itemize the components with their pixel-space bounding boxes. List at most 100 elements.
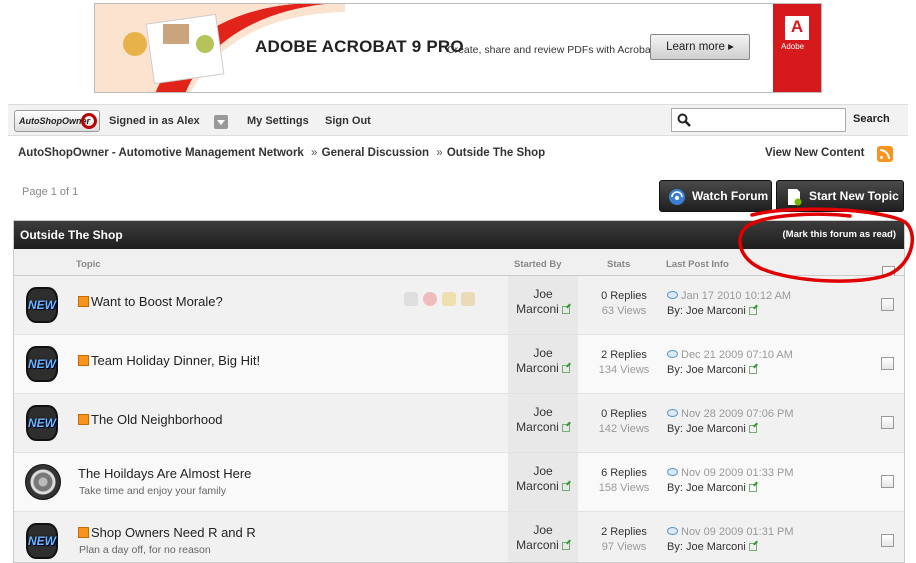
- topic-title[interactable]: The Old Neighborhood: [78, 412, 223, 427]
- rss-feed-icon[interactable]: [78, 296, 89, 307]
- topic-status: [14, 453, 70, 511]
- topic-status: NEW: [14, 512, 70, 562]
- lock-icon[interactable]: [461, 292, 475, 306]
- profile-popup-icon[interactable]: [561, 424, 570, 432]
- column-started-by[interactable]: Started By: [514, 259, 562, 270]
- profile-popup-icon[interactable]: [748, 484, 757, 492]
- site-logo[interactable]: AutoShopOwner: [14, 110, 100, 132]
- adobe-banner-ad[interactable]: ADOBE ACROBAT 9 PRO Create, share and re…: [94, 3, 822, 93]
- speech-bubble-icon[interactable]: [667, 350, 678, 358]
- author-last[interactable]: Marconi: [516, 479, 559, 493]
- last-post-author[interactable]: By: Joe Marconi: [667, 305, 746, 317]
- topic-row[interactable]: NEW The Old Neighborhood Joe Marconi 0 Re…: [14, 394, 904, 453]
- profile-popup-icon[interactable]: [561, 483, 570, 491]
- topic-title[interactable]: The Hoildays Are Almost Here: [78, 466, 251, 481]
- learn-more-button[interactable]: Learn more ▸: [650, 34, 750, 60]
- speech-bubble-icon[interactable]: [667, 409, 678, 417]
- new-badge: NEW: [28, 534, 56, 548]
- view-new-content-link[interactable]: View New Content: [765, 147, 864, 159]
- star-icon[interactable]: [442, 292, 456, 306]
- profile-popup-icon[interactable]: [561, 542, 570, 550]
- started-by[interactable]: Joe Marconi: [508, 276, 578, 334]
- adobe-logo: Adobe: [773, 4, 821, 92]
- topic-title[interactable]: Shop Owners Need R and R: [78, 525, 256, 540]
- rss-feed-icon[interactable]: [78, 527, 89, 538]
- last-post-date[interactable]: Nov 09 2009 01:33 PM: [681, 467, 794, 479]
- started-by[interactable]: Joe Marconi: [508, 335, 578, 393]
- row-checkbox[interactable]: [881, 416, 894, 429]
- topic-title-text[interactable]: Want to Boost Morale?: [91, 294, 223, 309]
- author-first[interactable]: Joe: [533, 346, 552, 360]
- topic-title-text[interactable]: Shop Owners Need R and R: [91, 525, 256, 540]
- author-first[interactable]: Joe: [533, 405, 552, 419]
- rss-feed-icon[interactable]: [78, 414, 89, 425]
- author-first[interactable]: Joe: [533, 523, 552, 537]
- new-badge: NEW: [28, 298, 56, 312]
- speech-bubble-icon[interactable]: [667, 291, 678, 299]
- column-last-post[interactable]: Last Post Info: [666, 259, 729, 270]
- last-post-author[interactable]: By: Joe Marconi: [667, 364, 746, 376]
- tag-icon[interactable]: [404, 292, 418, 306]
- last-post-author[interactable]: By: Joe Marconi: [667, 541, 746, 553]
- rss-feed-icon[interactable]: [78, 355, 89, 366]
- view-count: 63 Views: [601, 305, 647, 317]
- topic-row[interactable]: The Hoildays Are Almost Here Take time a…: [14, 453, 904, 512]
- profile-popup-icon[interactable]: [748, 366, 757, 374]
- last-post-date[interactable]: Nov 09 2009 01:31 PM: [681, 526, 794, 538]
- profile-popup-icon[interactable]: [748, 307, 757, 315]
- topic-stats: 0 Replies 142 Views: [584, 407, 664, 437]
- speech-bubble-icon[interactable]: [667, 468, 678, 476]
- topic-title-text[interactable]: The Old Neighborhood: [91, 412, 223, 427]
- row-checkbox[interactable]: [881, 298, 894, 311]
- column-stats[interactable]: Stats: [607, 259, 630, 270]
- topic-row[interactable]: NEW Team Holiday Dinner, Big Hit! Joe Mar…: [14, 335, 904, 394]
- profile-popup-icon[interactable]: [561, 306, 570, 314]
- row-checkbox[interactable]: [881, 475, 894, 488]
- last-post-author[interactable]: By: Joe Marconi: [667, 423, 746, 435]
- signed-in-label[interactable]: Signed in as Alex: [109, 115, 200, 127]
- last-post-date[interactable]: Nov 28 2009 07:06 PM: [681, 408, 794, 420]
- author-first[interactable]: Joe: [533, 287, 552, 301]
- profile-popup-icon[interactable]: [748, 543, 757, 551]
- topic-title[interactable]: Want to Boost Morale?: [78, 294, 223, 309]
- author-last[interactable]: Marconi: [516, 361, 559, 375]
- sign-out-link[interactable]: Sign Out: [325, 115, 371, 127]
- author-first[interactable]: Joe: [533, 464, 552, 478]
- topic-row[interactable]: NEW Want to Boost Morale? Joe Marconi 0 R…: [14, 276, 904, 335]
- last-post-date[interactable]: Jan 17 2010 10:12 AM: [681, 290, 791, 302]
- author-last[interactable]: Marconi: [516, 420, 559, 434]
- view-count: 142 Views: [598, 423, 650, 435]
- author-last[interactable]: Marconi: [516, 302, 559, 316]
- watch-forum-button[interactable]: Watch Forum: [659, 180, 772, 212]
- last-post-date[interactable]: Dec 21 2009 07:10 AM: [681, 349, 793, 361]
- last-post-author[interactable]: By: Joe Marconi: [667, 482, 746, 494]
- delete-icon[interactable]: [423, 292, 437, 306]
- search-input[interactable]: [696, 111, 841, 129]
- topic-title[interactable]: Team Holiday Dinner, Big Hit!: [78, 353, 260, 368]
- started-by[interactable]: Joe Marconi: [508, 453, 578, 511]
- mark-forum-read-link[interactable]: (Mark this forum as read): [783, 229, 897, 240]
- rss-icon[interactable]: [877, 146, 893, 162]
- breadcrumb-separator: »: [436, 147, 443, 159]
- speech-bubble-icon[interactable]: [667, 527, 678, 535]
- start-new-topic-button[interactable]: Start New Topic: [776, 180, 904, 212]
- breadcrumb-item-general[interactable]: General Discussion: [322, 147, 429, 159]
- started-by[interactable]: Joe Marconi: [508, 512, 578, 562]
- row-checkbox[interactable]: [881, 357, 894, 370]
- column-topic[interactable]: Topic: [76, 259, 101, 270]
- search-button[interactable]: Search: [853, 113, 890, 125]
- topic-title-text[interactable]: The Hoildays Are Almost Here: [78, 466, 251, 481]
- my-settings-link[interactable]: My Settings: [247, 115, 309, 127]
- profile-popup-icon[interactable]: [748, 425, 757, 433]
- user-menu-dropdown-icon[interactable]: [214, 115, 228, 129]
- author-last[interactable]: Marconi: [516, 538, 559, 552]
- profile-popup-icon[interactable]: [561, 365, 570, 373]
- topic-row[interactable]: NEW Shop Owners Need R and R Plan a day …: [14, 512, 904, 562]
- breadcrumb-item-current[interactable]: Outside The Shop: [447, 147, 545, 159]
- topic-title-text[interactable]: Team Holiday Dinner, Big Hit!: [91, 353, 260, 368]
- new-tire-icon: NEW: [26, 405, 58, 441]
- row-checkbox[interactable]: [881, 534, 894, 547]
- breadcrumb-item-home[interactable]: AutoShopOwner - Automotive Management Ne…: [18, 147, 304, 159]
- started-by[interactable]: Joe Marconi: [508, 394, 578, 452]
- banner-product: ADOBE ACROBAT 9 PRO: [255, 37, 464, 56]
